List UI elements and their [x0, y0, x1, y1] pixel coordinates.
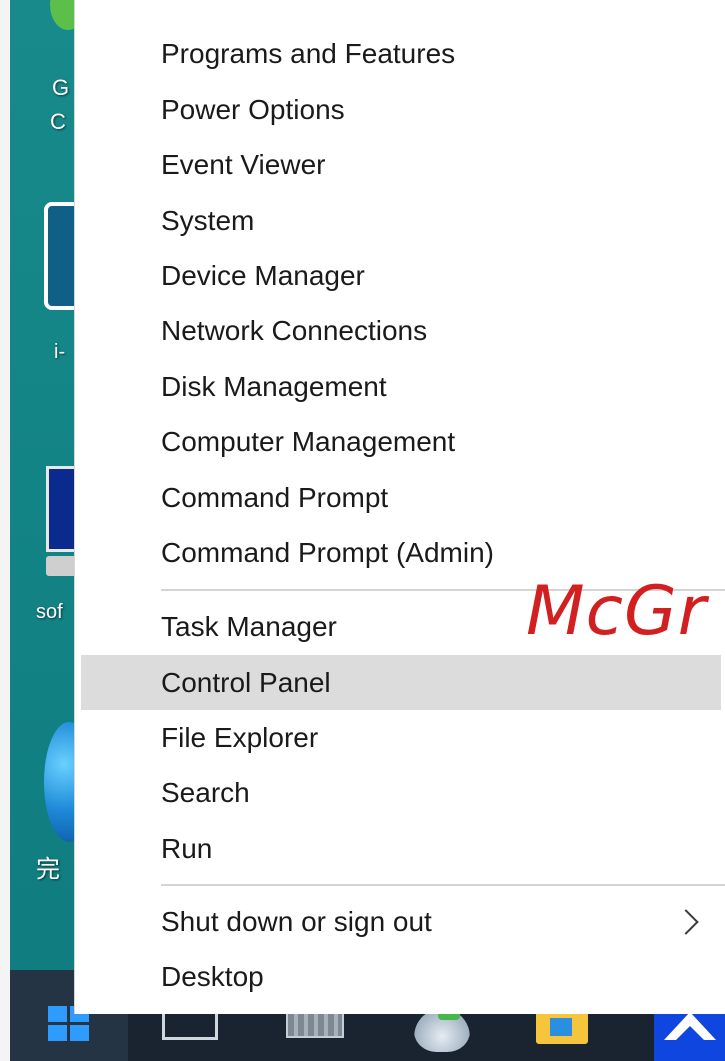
menu-item-command-prompt[interactable]: Command Prompt [81, 470, 721, 525]
menu-item-label: Device Manager [161, 259, 365, 291]
desktop-label-i: i- [54, 341, 66, 363]
menu-item-label: File Explorer [161, 721, 319, 753]
menu-item-shut-down-or-sign-out[interactable]: Shut down or sign out [81, 894, 721, 949]
menu-item-label: Run [161, 832, 213, 864]
desktop-label-sof: sof [36, 601, 63, 623]
menu-item-disk-management[interactable]: Disk Management [81, 359, 721, 414]
menu-item-label: Event Viewer [161, 148, 326, 180]
menu-separator [161, 884, 725, 886]
menu-item-label: Command Prompt (Admin) [161, 536, 494, 568]
menu-item-label: Power Options [161, 93, 345, 125]
watermark-text: McGr [526, 572, 707, 651]
green-app-icon[interactable] [50, 0, 74, 30]
computer-icon-screen [46, 466, 74, 552]
menu-item-system[interactable]: System [81, 193, 721, 248]
chevron-right-icon [673, 908, 699, 935]
menu-item-search[interactable]: Search [81, 765, 721, 820]
menu-item-label: System [161, 204, 255, 236]
blue-tile-app-icon[interactable] [44, 202, 74, 310]
menu-item-label: Network Connections [161, 314, 428, 346]
menu-item-label: Search [161, 776, 250, 808]
menu-item-label: Programs and Features [161, 37, 456, 69]
menu-item-desktop[interactable]: Desktop [81, 949, 721, 1004]
menu-item-run[interactable]: Run [81, 821, 721, 876]
menu-item-control-panel[interactable]: Control Panel [81, 655, 721, 710]
menu-item-device-manager[interactable]: Device Manager [81, 248, 721, 303]
power-user-context-menu: Programs and Features Power Options Even… [74, 0, 725, 1014]
menu-item-label: Command Prompt [161, 481, 389, 513]
menu-item-power-options[interactable]: Power Options [81, 82, 721, 137]
desktop-label-g: G [52, 75, 70, 100]
menu-item-label: Disk Management [161, 370, 387, 402]
menu-item-programs-and-features[interactable]: Programs and Features [81, 26, 721, 81]
menu-item-label: Control Panel [161, 666, 331, 698]
desktop-label-c: C [50, 109, 66, 134]
computer-icon-base [46, 556, 74, 576]
menu-item-event-viewer[interactable]: Event Viewer [81, 137, 721, 192]
globe-app-icon[interactable] [44, 722, 74, 842]
menu-item-label: Computer Management [161, 425, 456, 457]
menu-item-file-explorer[interactable]: File Explorer [81, 710, 721, 765]
menu-item-computer-management[interactable]: Computer Management [81, 414, 721, 469]
desktop-area: G C i- sof 完 [10, 0, 74, 970]
menu-item-network-connections[interactable]: Network Connections [81, 303, 721, 358]
screen-edge [0, 0, 10, 1061]
screen: G C i- sof 完 Programs and Features Power… [0, 0, 725, 1061]
computer-icon[interactable] [46, 466, 74, 578]
menu-item-label: Desktop [161, 960, 264, 992]
menu-item-label: Task Manager [161, 610, 337, 642]
desktop-label-wan: 完 [36, 856, 60, 883]
menu-item-label: Shut down or sign out [161, 905, 432, 937]
